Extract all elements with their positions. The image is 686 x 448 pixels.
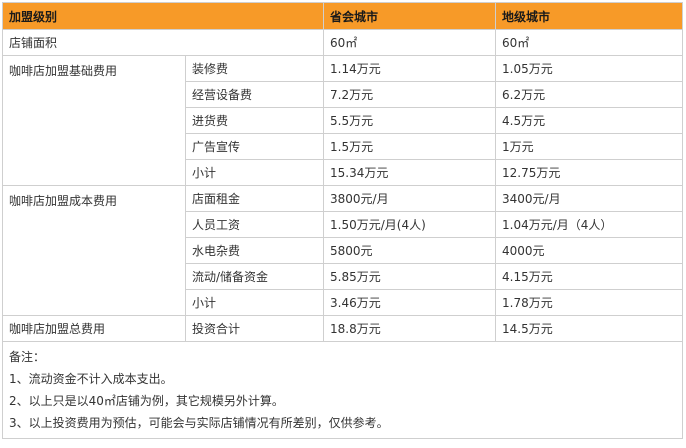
prefecture-cell: 14.5万元 (495, 315, 684, 342)
prefecture-cell: 1.78万元 (495, 289, 684, 316)
fee-table-body: 加盟级别 省会城市 地级城市 店铺面积 60㎡ 60㎡ 咖啡店加盟基础费用 装修费… (1, 2, 684, 439)
table-row: 咖啡店加盟基础费用 装修费 1.14万元 1.05万元 (2, 55, 684, 186)
provincial-cell: 5800元 (323, 237, 497, 264)
area-row: 店铺面积 60㎡ 60㎡ (1, 29, 684, 56)
item-cell: 小计 (184, 159, 325, 186)
item-cell: 店面租金 (184, 185, 325, 212)
notes-cell: 备注： 1、流动资金不计入成本支出。 2、以上只是以40㎡店铺为例，其它规模另外计算… (1, 341, 684, 439)
prefecture-cell: 4000元 (495, 237, 684, 264)
provincial-cell: 15.34万元 (323, 159, 497, 186)
provincial-cell: 3800元/月 (323, 185, 497, 212)
prefecture-cell: 4.5万元 (495, 107, 684, 134)
item-cell: 人员工资 (184, 211, 325, 238)
prefecture-cell: 4.15万元 (495, 263, 684, 290)
area-provincial: 60㎡ (323, 29, 497, 56)
franchise-fee-table: 加盟级别 省会城市 地级城市 店铺面积 60㎡ 60㎡ 咖啡店加盟基础费用 装修费… (1, 2, 684, 439)
item-cell: 广告宣传 (184, 133, 325, 160)
note-line: 2、以上只是以40㎡店铺为例，其它规模另外计算。 (9, 394, 284, 408)
provincial-cell: 5.5万元 (323, 107, 497, 134)
item-cell: 装修费 (184, 55, 325, 82)
area-label: 店铺面积 (1, 29, 325, 56)
header-provincial: 省会城市 (323, 2, 497, 30)
provincial-cell: 1.5万元 (323, 133, 497, 160)
notes-title: 备注： (9, 350, 46, 364)
header-prefecture: 地级城市 (495, 2, 684, 30)
group-label: 咖啡店加盟基础费用 (2, 55, 186, 186)
table-row: 咖啡店加盟总费用 投资合计 18.8万元 14.5万元 (2, 315, 684, 342)
group-label: 咖啡店加盟成本费用 (2, 185, 186, 316)
note-line: 3、以上投资费用为预估，可能会与实际店铺情况有所差别，仅供参考。 (9, 416, 389, 430)
item-cell: 经营设备费 (184, 81, 325, 108)
prefecture-cell: 12.75万元 (495, 159, 684, 186)
item-cell: 水电杂费 (184, 237, 325, 264)
prefecture-cell: 1万元 (495, 133, 684, 160)
provincial-cell: 1.50万元/月(4人) (323, 211, 497, 238)
prefecture-cell: 1.04万元/月（4人） (495, 211, 684, 238)
provincial-cell: 7.2万元 (323, 81, 497, 108)
provincial-cell: 3.46万元 (323, 289, 497, 316)
notes-row: 备注： 1、流动资金不计入成本支出。 2、以上只是以40㎡店铺为例，其它规模另外计算… (1, 341, 684, 439)
item-cell: 流动/储备资金 (184, 263, 325, 290)
provincial-cell: 18.8万元 (323, 315, 497, 342)
note-line: 1、流动资金不计入成本支出。 (9, 372, 173, 386)
header-level: 加盟级别 (1, 2, 325, 30)
item-cell: 进货费 (184, 107, 325, 134)
item-cell: 投资合计 (184, 315, 325, 342)
provincial-cell: 5.85万元 (323, 263, 497, 290)
prefecture-cell: 6.2万元 (495, 81, 684, 108)
item-cell: 小计 (184, 289, 325, 316)
prefecture-cell: 1.05万元 (495, 55, 684, 82)
table-row: 咖啡店加盟成本费用 店面租金 3800元/月 3400元/月 (2, 185, 684, 316)
area-prefecture: 60㎡ (495, 29, 684, 56)
prefecture-cell: 3400元/月 (495, 185, 684, 212)
table-header-row: 加盟级别 省会城市 地级城市 (1, 2, 684, 30)
provincial-cell: 1.14万元 (323, 55, 497, 82)
group-label: 咖啡店加盟总费用 (2, 315, 186, 342)
